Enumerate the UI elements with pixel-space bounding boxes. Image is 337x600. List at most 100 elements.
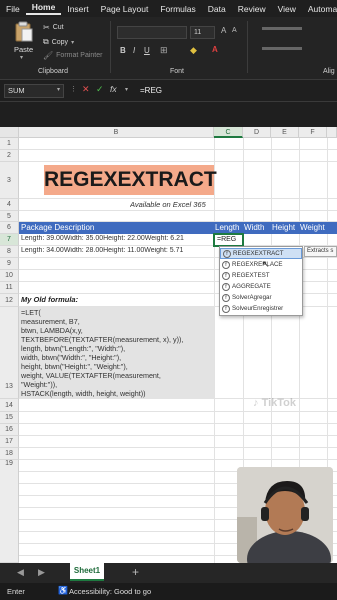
row-header[interactable]: 2 bbox=[0, 150, 19, 162]
gridline bbox=[19, 411, 337, 412]
table-cell[interactable]: Length: 34.00Width: 28.00Height: 11.00We… bbox=[21, 247, 183, 254]
row-header[interactable]: 11 bbox=[0, 282, 19, 294]
copy-button[interactable]: ⧉ Copy ▾ bbox=[43, 37, 74, 47]
spreadsheet-grid[interactable]: B C D E F 1 2 3 4 5 6 7 8 9 10 11 12 13 … bbox=[0, 127, 337, 563]
webcam-overlay bbox=[237, 467, 333, 563]
menu-insert[interactable]: Insert bbox=[61, 4, 94, 14]
formula-line: length, btwn("Length:", "Width:"), bbox=[21, 344, 126, 353]
row-header[interactable]: 15 bbox=[0, 412, 19, 424]
fx-icon[interactable]: fx bbox=[110, 84, 117, 94]
formula-line: btwn, LAMBDA(x,y, bbox=[21, 326, 83, 335]
row-header[interactable]: 18 bbox=[0, 448, 19, 460]
format-painter-button[interactable]: 🖌 Format Painter bbox=[43, 51, 102, 60]
chevron-left-icon[interactable]: ◀ bbox=[17, 567, 24, 578]
font-name-select[interactable] bbox=[117, 26, 187, 39]
sheet-tab-sheet1[interactable]: Sheet1 bbox=[70, 563, 104, 581]
row-header[interactable]: 9 bbox=[0, 258, 19, 270]
autocomplete-item-regexreplace[interactable]: f REGEXREPLACE bbox=[220, 259, 302, 270]
underline-icon[interactable]: U bbox=[144, 46, 150, 55]
bold-icon[interactable]: B bbox=[120, 46, 126, 55]
gridline bbox=[19, 210, 337, 211]
formula-text: =REG bbox=[140, 86, 163, 95]
row-header[interactable]: 14 bbox=[0, 399, 19, 412]
align-top-icon[interactable] bbox=[262, 27, 302, 30]
menu-page-layout[interactable]: Page Layout bbox=[95, 4, 155, 14]
name-box[interactable]: SUM bbox=[4, 84, 64, 98]
accessibility-icon[interactable]: ♿ bbox=[58, 586, 68, 595]
chevron-down-icon[interactable]: ▾ bbox=[57, 86, 60, 93]
table-cell[interactable]: Length: 39.00Width: 35.00Height: 22.00We… bbox=[21, 235, 184, 242]
autocomplete-label: REGEXEXTRACT bbox=[233, 250, 284, 257]
chevron-down-icon[interactable]: ▾ bbox=[125, 86, 128, 93]
row-header[interactable]: 4 bbox=[0, 199, 19, 211]
row-header[interactable]: 6 bbox=[0, 222, 19, 234]
font-color-icon[interactable]: A bbox=[212, 45, 218, 54]
column-header-f[interactable]: F bbox=[299, 127, 327, 138]
old-formula-cell[interactable]: =LET( measurement, B7, btwn, LAMBDA(x,y,… bbox=[19, 307, 214, 399]
autocomplete-item-aggregate[interactable]: f AGGREGATE bbox=[220, 281, 302, 292]
autocomplete-item-regextest[interactable]: f REGEXTEST bbox=[220, 270, 302, 281]
column-header-b[interactable]: B bbox=[19, 127, 214, 138]
accessibility-status[interactable]: Accessibility: Good to go bbox=[69, 587, 151, 596]
row-header[interactable]: 7 bbox=[0, 234, 19, 246]
chevron-down-icon[interactable]: ▾ bbox=[20, 54, 23, 61]
table-header-length: Length bbox=[215, 223, 240, 232]
enter-icon[interactable]: ✓ bbox=[96, 84, 104, 95]
column-header-c[interactable]: C bbox=[214, 127, 243, 138]
italic-icon[interactable]: I bbox=[133, 46, 135, 55]
autocomplete-label: SolveurEnregistrer bbox=[232, 305, 284, 312]
row-header[interactable]: 3 bbox=[0, 162, 19, 199]
formula-bar: SUM ▾ ⋮ ✕ ✓ fx ▾ =REG bbox=[0, 80, 337, 102]
add-sheet-icon[interactable]: + bbox=[132, 565, 139, 579]
menu-data[interactable]: Data bbox=[202, 4, 232, 14]
active-cell-c7[interactable]: =REG bbox=[213, 233, 244, 247]
name-box-value: SUM bbox=[8, 86, 25, 95]
fill-color-icon[interactable]: ◆ bbox=[190, 45, 197, 56]
function-icon: f bbox=[222, 304, 230, 313]
gridline bbox=[19, 198, 337, 199]
autocomplete-item-solveragregar[interactable]: f SolverAgregar bbox=[220, 292, 302, 303]
row-header[interactable]: 8 bbox=[0, 246, 19, 258]
align-left-icon[interactable] bbox=[262, 47, 302, 50]
mouse-cursor-icon: ↖ bbox=[262, 259, 270, 269]
row-header[interactable]: 10 bbox=[0, 270, 19, 282]
autocomplete-item-solveurenregistrer[interactable]: f SolveurEnregistrer bbox=[220, 303, 302, 314]
row-header[interactable]: 5 bbox=[0, 211, 19, 222]
function-icon: f bbox=[222, 293, 230, 302]
column-header-d[interactable]: D bbox=[243, 127, 271, 138]
row-header[interactable]: 19 bbox=[0, 460, 19, 563]
gridline bbox=[214, 138, 215, 563]
decrease-font-icon[interactable]: A bbox=[232, 27, 237, 34]
clipboard-icon bbox=[15, 21, 33, 42]
row-header[interactable]: 1 bbox=[0, 138, 19, 150]
cancel-icon[interactable]: ✕ bbox=[82, 84, 90, 95]
autocomplete-item-regexextract[interactable]: f REGEXEXTRACT bbox=[220, 248, 302, 259]
menu-home[interactable]: Home bbox=[25, 2, 62, 15]
formula-line: TEXTBEFORE(TEXTAFTER(measurement, x), y)… bbox=[21, 335, 184, 344]
menu-automate[interactable]: Automate bbox=[302, 4, 337, 14]
row-header[interactable]: 16 bbox=[0, 424, 19, 436]
formula-line: =LET( bbox=[21, 308, 41, 317]
font-size-select[interactable]: 11 bbox=[190, 26, 215, 39]
borders-icon[interactable]: ⊞ bbox=[160, 45, 168, 56]
increase-font-icon[interactable]: A bbox=[221, 26, 226, 35]
select-all-corner[interactable] bbox=[0, 127, 19, 138]
column-header-g[interactable] bbox=[327, 127, 337, 138]
menu-view[interactable]: View bbox=[272, 4, 302, 14]
formula-line: HSTACK(length, width, height, weight)) bbox=[21, 389, 146, 398]
menu-formulas[interactable]: Formulas bbox=[154, 4, 201, 14]
row-header[interactable]: 12 bbox=[0, 294, 19, 307]
row-header[interactable]: 13 bbox=[0, 307, 19, 399]
menu-review[interactable]: Review bbox=[232, 4, 272, 14]
row-header[interactable]: 17 bbox=[0, 436, 19, 448]
cut-button[interactable]: ✂ Cut bbox=[43, 23, 64, 32]
chevron-right-icon[interactable]: ▶ bbox=[38, 567, 45, 578]
column-header-e[interactable]: E bbox=[271, 127, 299, 138]
paste-button[interactable]: Paste ▾ bbox=[10, 21, 38, 61]
chevron-down-icon[interactable]: ▾ bbox=[71, 39, 74, 46]
menu-file[interactable]: File bbox=[0, 4, 26, 14]
bottom-bar: ◀ ▶ Sheet1 + Enter ♿ Accessibility: Good… bbox=[0, 563, 337, 600]
formula-input[interactable]: =REG bbox=[136, 83, 337, 99]
formula-line: height, btwn("Height:", "Weight:"), bbox=[21, 362, 128, 371]
autocomplete-label: REGEXREPLACE bbox=[232, 261, 283, 268]
